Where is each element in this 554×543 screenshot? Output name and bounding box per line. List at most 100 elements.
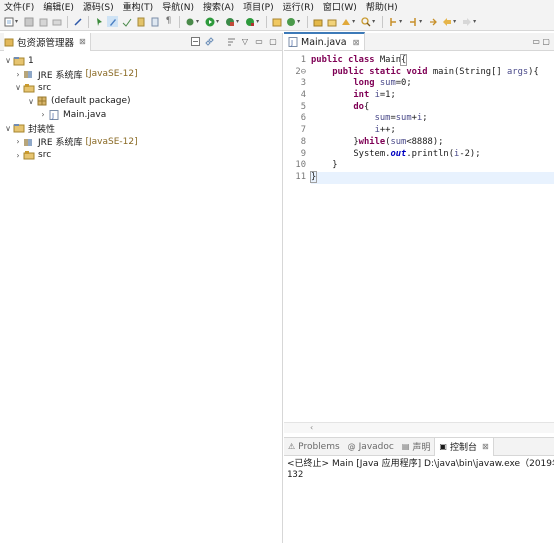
svg-text:J: J <box>290 39 293 47</box>
close-icon[interactable]: ⊠ <box>79 37 86 46</box>
code-variable: args <box>506 66 529 77</box>
code-text: -2); <box>459 148 481 159</box>
expand-down-icon[interactable]: ∨ <box>3 56 13 65</box>
package-explorer-icon <box>4 38 14 46</box>
console-output[interactable]: 132 <box>284 469 554 481</box>
link-with-editor-icon[interactable] <box>204 36 214 47</box>
code-text: =1; <box>379 90 396 101</box>
tab-javadoc[interactable]: @ Javadoc <box>344 438 398 456</box>
menu-source[interactable]: 源码(S) <box>83 0 114 13</box>
matching-brace: { <box>399 54 408 66</box>
code-text: { <box>363 101 370 112</box>
tree-item-default-package[interactable]: ∨ (default package) <box>0 95 282 109</box>
scroll-left-icon[interactable]: ‹ <box>310 423 313 432</box>
open-task-icon[interactable] <box>340 16 351 27</box>
skip-breakpoints-icon[interactable] <box>72 16 83 27</box>
menu-window[interactable]: 窗口(W) <box>323 0 357 13</box>
tree-item-src[interactable]: ∨ src <box>0 81 282 95</box>
task-icon[interactable] <box>149 16 160 27</box>
source-code[interactable]: public class Main{ public static void ma… <box>309 54 554 184</box>
line-number: 10 <box>295 160 306 171</box>
tree-item-jre-library[interactable]: › JRE 系统库 [JavaSE-12] <box>0 135 282 149</box>
prev-annotation-icon[interactable] <box>407 16 418 27</box>
expand-right-icon[interactable]: › <box>13 70 23 79</box>
jre-version-label: [JavaSE-12] <box>85 69 138 80</box>
menu-edit[interactable]: 编辑(E) <box>43 0 74 13</box>
new-icon[interactable] <box>3 16 14 27</box>
forward-icon[interactable] <box>461 16 472 27</box>
coverage-icon[interactable] <box>224 16 235 27</box>
search-dropdown-icon[interactable]: ▾ <box>372 18 375 25</box>
tree-item-project-1[interactable]: ∨ 1 <box>0 54 282 68</box>
tree-item-jre-library[interactable]: › JRE 系统库 [JavaSE-12] <box>0 68 282 82</box>
tab-console[interactable]: ▣ 控制台 ⊠ <box>434 437 494 456</box>
next-annotation-icon[interactable] <box>387 16 398 27</box>
menu-project[interactable]: 项目(P) <box>243 0 273 13</box>
last-edit-location-icon[interactable] <box>427 16 438 27</box>
view-menu-icon[interactable]: ▽ <box>240 36 250 47</box>
coverage-dropdown-icon[interactable]: ▾ <box>236 18 239 25</box>
new-java-project-icon[interactable] <box>271 16 282 27</box>
annotation-icon[interactable] <box>121 16 132 27</box>
code-variable: sum <box>390 136 407 147</box>
next-annotation-dropdown-icon[interactable]: ▾ <box>399 18 402 25</box>
code-text: .println( <box>406 148 455 159</box>
tab-problems[interactable]: ⚠ Problems <box>284 438 344 456</box>
tab-main-java[interactable]: J Main.java ⊠ <box>284 32 366 50</box>
tab-declaration[interactable]: ▤ 声明 <box>398 438 435 456</box>
prev-annotation-dropdown-icon[interactable]: ▾ <box>419 18 422 25</box>
back-dropdown-icon[interactable]: ▾ <box>453 18 456 25</box>
close-icon[interactable]: ⊠ <box>482 442 489 451</box>
save-all-icon[interactable] <box>37 16 48 27</box>
pilcrow-icon[interactable]: ¶ <box>163 16 174 27</box>
menu-search[interactable]: 搜索(A) <box>203 0 234 13</box>
print-icon[interactable] <box>51 16 62 27</box>
tree-item-src[interactable]: › src <box>0 149 282 163</box>
horizontal-scrollbar[interactable]: ‹ <box>284 422 554 433</box>
new-package-dropdown-icon[interactable]: ▾ <box>297 18 300 25</box>
close-icon[interactable]: ⊠ <box>353 38 360 47</box>
bookmark-icon[interactable] <box>135 16 146 27</box>
menu-file[interactable]: 文件(F) <box>4 0 34 13</box>
focus-icon[interactable] <box>226 36 236 47</box>
new-package-icon[interactable] <box>285 16 296 27</box>
external-tools-icon[interactable] <box>244 16 255 27</box>
expand-right-icon[interactable]: › <box>38 110 48 119</box>
code-line: } <box>311 160 554 172</box>
back-icon[interactable] <box>441 16 452 27</box>
menu-run[interactable]: 运行(R) <box>283 0 314 13</box>
editor-minimize-icon[interactable]: ▭ ▢ <box>532 37 550 46</box>
minimize-icon[interactable]: ▭ <box>254 36 264 47</box>
expand-down-icon[interactable]: ∨ <box>3 124 13 133</box>
run-dropdown-icon[interactable]: ▾ <box>216 18 219 25</box>
expand-down-icon[interactable]: ∨ <box>26 97 36 106</box>
pin-icon[interactable] <box>93 16 104 27</box>
debug-icon[interactable] <box>184 16 195 27</box>
forward-dropdown-icon[interactable]: ▾ <box>473 18 476 25</box>
code-area[interactable]: 1 2⊖ 3 4 5 6 7 8 9 10 11 public class Ma… <box>284 52 554 422</box>
expand-right-icon[interactable]: › <box>13 151 23 160</box>
new-dropdown-icon[interactable]: ▾ <box>15 18 18 25</box>
menu-navigate[interactable]: 导航(N) <box>162 0 194 13</box>
menu-refactor[interactable]: 重构(T) <box>123 0 154 13</box>
code-text: ++; <box>379 125 396 136</box>
search-icon[interactable] <box>360 16 371 27</box>
highlight-icon[interactable] <box>107 16 119 27</box>
maximize-icon[interactable]: ▢ <box>268 36 278 47</box>
expand-down-icon[interactable]: ∨ <box>13 83 23 92</box>
debug-dropdown-icon[interactable]: ▾ <box>196 18 199 25</box>
tree-item-project-encapsulation[interactable]: ∨ 封装性 <box>0 122 282 136</box>
external-tools-dropdown-icon[interactable]: ▾ <box>256 18 259 25</box>
line-number[interactable]: 2⊖ <box>284 67 306 79</box>
tree-item-main-java[interactable]: › J Main.java <box>0 108 282 122</box>
open-task-dropdown-icon[interactable]: ▾ <box>352 18 355 25</box>
source-folder-icon <box>23 150 35 160</box>
open-type-icon[interactable] <box>312 16 323 27</box>
save-icon[interactable] <box>23 16 34 27</box>
expand-right-icon[interactable]: › <box>13 137 23 146</box>
collapse-all-icon[interactable] <box>190 36 200 47</box>
tab-package-explorer[interactable]: 包资源管理器 ⊠ <box>4 32 91 51</box>
open-folder-icon[interactable] <box>326 16 337 27</box>
run-icon[interactable] <box>204 16 215 27</box>
menu-help[interactable]: 帮助(H) <box>366 0 398 13</box>
